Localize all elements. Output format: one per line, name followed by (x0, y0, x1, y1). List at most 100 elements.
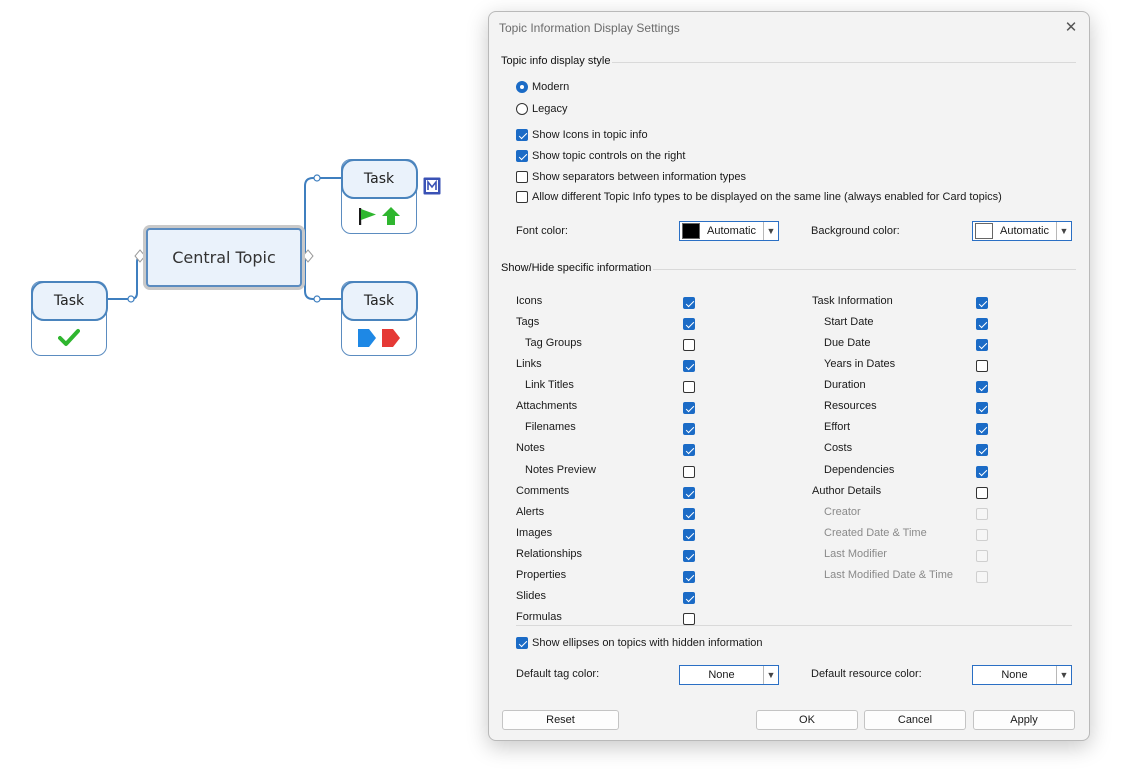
info-item-notes-preview-checkbox[interactable] (683, 466, 695, 478)
info-item-dependencies-checkbox[interactable] (976, 466, 988, 478)
default-resource-color-combo[interactable]: None ▼ (972, 665, 1072, 685)
apply-button[interactable]: Apply (973, 710, 1075, 730)
info-item-formulas-label: Formulas (516, 611, 562, 623)
show-ellipses-checkbox[interactable]: Show ellipses on topics with hidden info… (516, 634, 763, 652)
task-topic-left[interactable]: Task (30, 280, 108, 356)
info-item-resources-label: Resources (824, 400, 877, 412)
radio-button[interactable] (516, 81, 528, 93)
info-item-years-in-dates-label: Years in Dates (824, 358, 896, 370)
info-item-relationships-checkbox[interactable] (683, 550, 695, 562)
info-item-tag-groups-checkbox[interactable] (683, 339, 695, 351)
info-item-attachments-checkbox[interactable] (683, 402, 695, 414)
central-topic[interactable]: Central Topic (146, 228, 302, 287)
checkbox[interactable] (516, 129, 528, 141)
checkbox[interactable] (516, 191, 528, 203)
info-item-due-date-checkbox[interactable] (976, 339, 988, 351)
info-item-slides-checkbox[interactable] (683, 592, 695, 604)
info-item-notes-checkbox[interactable] (683, 444, 695, 456)
info-item-task-information-checkbox[interactable] (976, 297, 988, 309)
task-topic-bottom-right[interactable]: Task (340, 280, 418, 356)
radio-label: Legacy (532, 103, 568, 115)
radio-modern[interactable]: Modern (516, 78, 569, 96)
info-item-duration-checkbox[interactable] (976, 381, 988, 393)
info-item-comments-label: Comments (516, 485, 570, 497)
default-tag-color-combo[interactable]: None ▼ (679, 665, 779, 685)
ok-button[interactable]: OK (756, 710, 858, 730)
close-icon[interactable]: ✕ (1061, 17, 1081, 37)
font-color-label: Font color: (516, 225, 568, 237)
checkbox-label: Show separators between information type… (532, 171, 747, 183)
show-controls-right-checkbox[interactable]: Show topic controls on the right (516, 147, 685, 165)
info-item-filenames-checkbox[interactable] (683, 423, 695, 435)
allow-same-line-checkbox[interactable]: Allow different Topic Info types to be d… (516, 188, 1002, 206)
info-item-costs-checkbox[interactable] (976, 444, 988, 456)
info-item-resources-checkbox[interactable] (976, 402, 988, 414)
notes-indicator-icon[interactable] (423, 177, 441, 195)
info-item-links-checkbox[interactable] (683, 360, 695, 372)
info-item-years-in-dates-checkbox[interactable] (976, 360, 988, 372)
info-item-link-titles-label: Link Titles (525, 379, 574, 391)
checkbox-label: Allow different Topic Info types to be d… (532, 191, 1002, 203)
info-item-last-modifier-checkbox (976, 550, 988, 562)
radio-button[interactable] (516, 103, 528, 115)
green-flag-icon (359, 207, 376, 225)
radio-label: Modern (532, 81, 570, 93)
info-item-effort-label: Effort (824, 421, 851, 433)
default-tag-color-label: Default tag color: (516, 668, 600, 680)
checkbox[interactable] (516, 637, 528, 649)
task-topic-top-right[interactable]: Task (340, 158, 418, 234)
info-item-tags-label: Tags (516, 316, 540, 328)
font-color-swatch (682, 223, 700, 239)
dialog-title: Topic Information Display Settings (499, 21, 680, 35)
info-item-comments-checkbox[interactable] (683, 487, 695, 499)
chevron-down-icon[interactable]: ▼ (1056, 666, 1071, 684)
style-group-label: Topic info display style (501, 55, 611, 67)
info-item-alerts-checkbox[interactable] (683, 508, 695, 520)
task-label: Task (363, 292, 395, 309)
divider (612, 62, 1076, 63)
checkbox-label: Show ellipses on topics with hidden info… (532, 637, 763, 649)
info-item-images-label: Images (516, 527, 553, 539)
info-item-effort-checkbox[interactable] (976, 423, 988, 435)
info-item-last-modified-date-and-time-label: Last Modified Date & Time (824, 569, 954, 581)
radio-legacy[interactable]: Legacy (516, 100, 567, 118)
info-item-creator-label: Creator (824, 506, 861, 518)
info-item-links-label: Links (516, 358, 542, 370)
info-item-formulas-checkbox[interactable] (683, 613, 695, 625)
info-item-last-modified-date-and-time-checkbox (976, 571, 988, 583)
chevron-down-icon[interactable]: ▼ (763, 222, 778, 240)
info-item-images-checkbox[interactable] (683, 529, 695, 541)
blue-tag-icon (358, 328, 376, 347)
cancel-button[interactable]: Cancel (864, 710, 966, 730)
info-item-properties-checkbox[interactable] (683, 571, 695, 583)
info-item-dependencies-label: Dependencies (824, 464, 895, 476)
up-arrow-icon (382, 206, 400, 225)
task-label: Task (363, 170, 395, 187)
info-item-tags-checkbox[interactable] (683, 318, 695, 330)
font-color-combo[interactable]: Automatic ▼ (679, 221, 779, 241)
info-item-filenames-label: Filenames (525, 421, 576, 433)
red-tag-icon (382, 328, 400, 347)
info-item-creator-checkbox (976, 508, 988, 520)
divider (653, 269, 1076, 270)
background-color-combo[interactable]: Automatic ▼ (972, 221, 1072, 241)
chevron-down-icon[interactable]: ▼ (1056, 222, 1071, 240)
chevron-down-icon[interactable]: ▼ (763, 666, 778, 684)
info-item-author-details-label: Author Details (812, 485, 882, 497)
divider (516, 625, 1072, 626)
info-item-attachments-label: Attachments (516, 400, 578, 412)
checkbox-label: Show topic controls on the right (532, 150, 686, 162)
show-icons-checkbox[interactable]: Show Icons in topic info (516, 126, 648, 144)
central-topic-label: Central Topic (172, 248, 276, 267)
checkbox[interactable] (516, 150, 528, 162)
info-item-icons-checkbox[interactable] (683, 297, 695, 309)
info-item-alerts-label: Alerts (516, 506, 545, 518)
info-item-slides-label: Slides (516, 590, 546, 602)
reset-button[interactable]: Reset (502, 710, 619, 730)
combo-value: Automatic (1000, 225, 1049, 237)
info-item-start-date-checkbox[interactable] (976, 318, 988, 330)
show-separators-checkbox[interactable]: Show separators between information type… (516, 168, 746, 186)
info-item-link-titles-checkbox[interactable] (683, 381, 695, 393)
checkbox[interactable] (516, 171, 528, 183)
info-item-author-details-checkbox[interactable] (976, 487, 988, 499)
